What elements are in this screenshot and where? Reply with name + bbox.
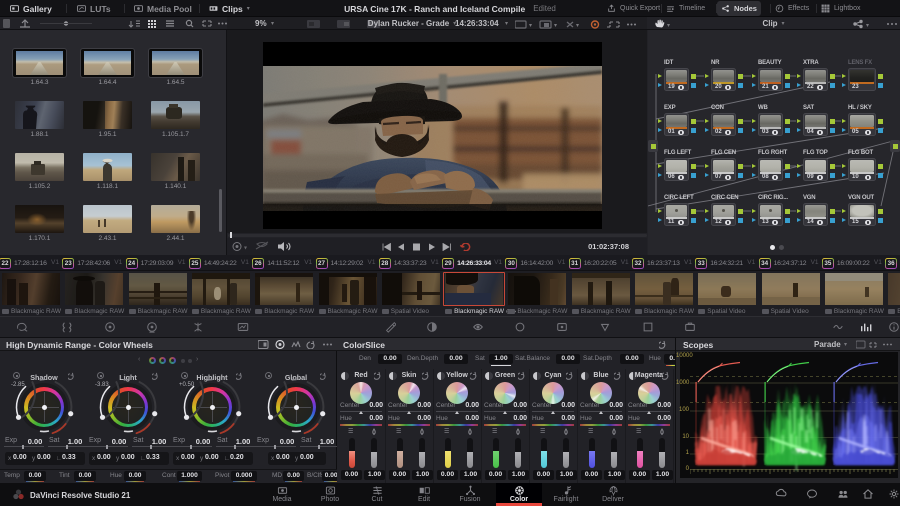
svg-text:▾: ▾ — [529, 23, 532, 29]
svg-text:▾: ▾ — [244, 246, 247, 252]
svg-text:▾: ▾ — [866, 23, 869, 29]
svg-text:▾: ▾ — [576, 23, 579, 29]
svg-text:▾: ▾ — [554, 23, 557, 29]
